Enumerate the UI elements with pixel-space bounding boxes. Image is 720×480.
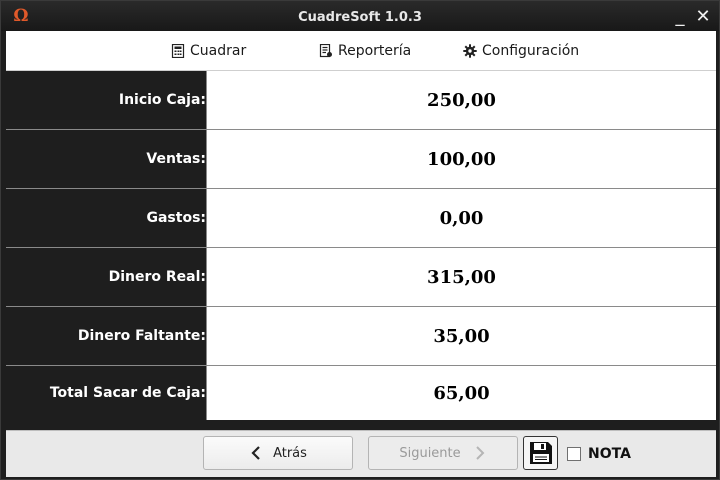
floppy-disk-icon [529,442,552,464]
summary-row-total-sacar: Total Sacar de Caja: 65,00 [6,366,716,420]
summary-row-ventas: Ventas: 100,00 [6,130,716,189]
row-label: Dinero Real: [6,248,206,306]
save-button[interactable] [523,436,558,470]
menu-bar: Cuadrar Reportería Configuración [6,31,716,71]
minimize-button[interactable]: _ [670,7,690,27]
summary-table: Inicio Caja: 250,00 Ventas: 100,00 Gasto… [6,71,716,420]
menu-item-reporteria[interactable]: Reportería [319,31,411,70]
window-title: CuadreSoft 1.0.3 [298,10,422,25]
chevron-left-icon [251,446,260,460]
row-value: 0,00 [206,189,716,247]
row-value: 315,00 [206,248,716,306]
row-label: Inicio Caja: [6,71,206,129]
footer-bar: Atrás Siguiente NOTA [6,430,716,477]
row-label: Ventas: [6,130,206,188]
checkbox-box[interactable] [567,447,581,461]
report-icon [319,43,332,57]
row-label: Dinero Faltante: [6,307,206,365]
menu-item-label: Configuración [482,42,580,59]
summary-row-dinero-real: Dinero Real: 315,00 [6,248,716,307]
menu-item-cuadrar[interactable]: Cuadrar [171,31,246,70]
row-label: Gastos: [6,189,206,247]
gear-icon [463,43,477,58]
menu-item-configuracion[interactable]: Configuración [463,31,579,70]
back-button-label: Atrás [273,445,307,461]
row-value: 65,00 [206,366,716,420]
summary-row-inicio-caja: Inicio Caja: 250,00 [6,71,716,130]
next-button[interactable]: Siguiente [368,436,518,470]
chevron-right-icon [475,446,485,460]
row-label: Total Sacar de Caja: [6,366,206,420]
menu-item-label: Cuadrar [190,42,247,59]
row-value: 250,00 [206,71,716,129]
calculator-icon [171,43,185,58]
summary-row-dinero-faltante: Dinero Faltante: 35,00 [6,307,716,366]
menu-item-label: Reportería [338,42,412,59]
nota-label: NOTA [588,446,631,462]
nota-checkbox[interactable]: NOTA [567,445,631,463]
summary-row-gastos: Gastos: 0,00 [6,189,716,248]
next-button-label: Siguiente [399,445,461,461]
back-button[interactable]: Atrás [203,436,353,470]
app-window: Ω CuadreSoft 1.0.3 _ ✕ Cuadrar Reporterí… [0,0,720,480]
row-value: 35,00 [206,307,716,365]
row-value: 100,00 [206,130,716,188]
title-bar[interactable]: Ω CuadreSoft 1.0.3 _ ✕ [1,1,719,31]
close-button[interactable]: ✕ [693,7,713,27]
